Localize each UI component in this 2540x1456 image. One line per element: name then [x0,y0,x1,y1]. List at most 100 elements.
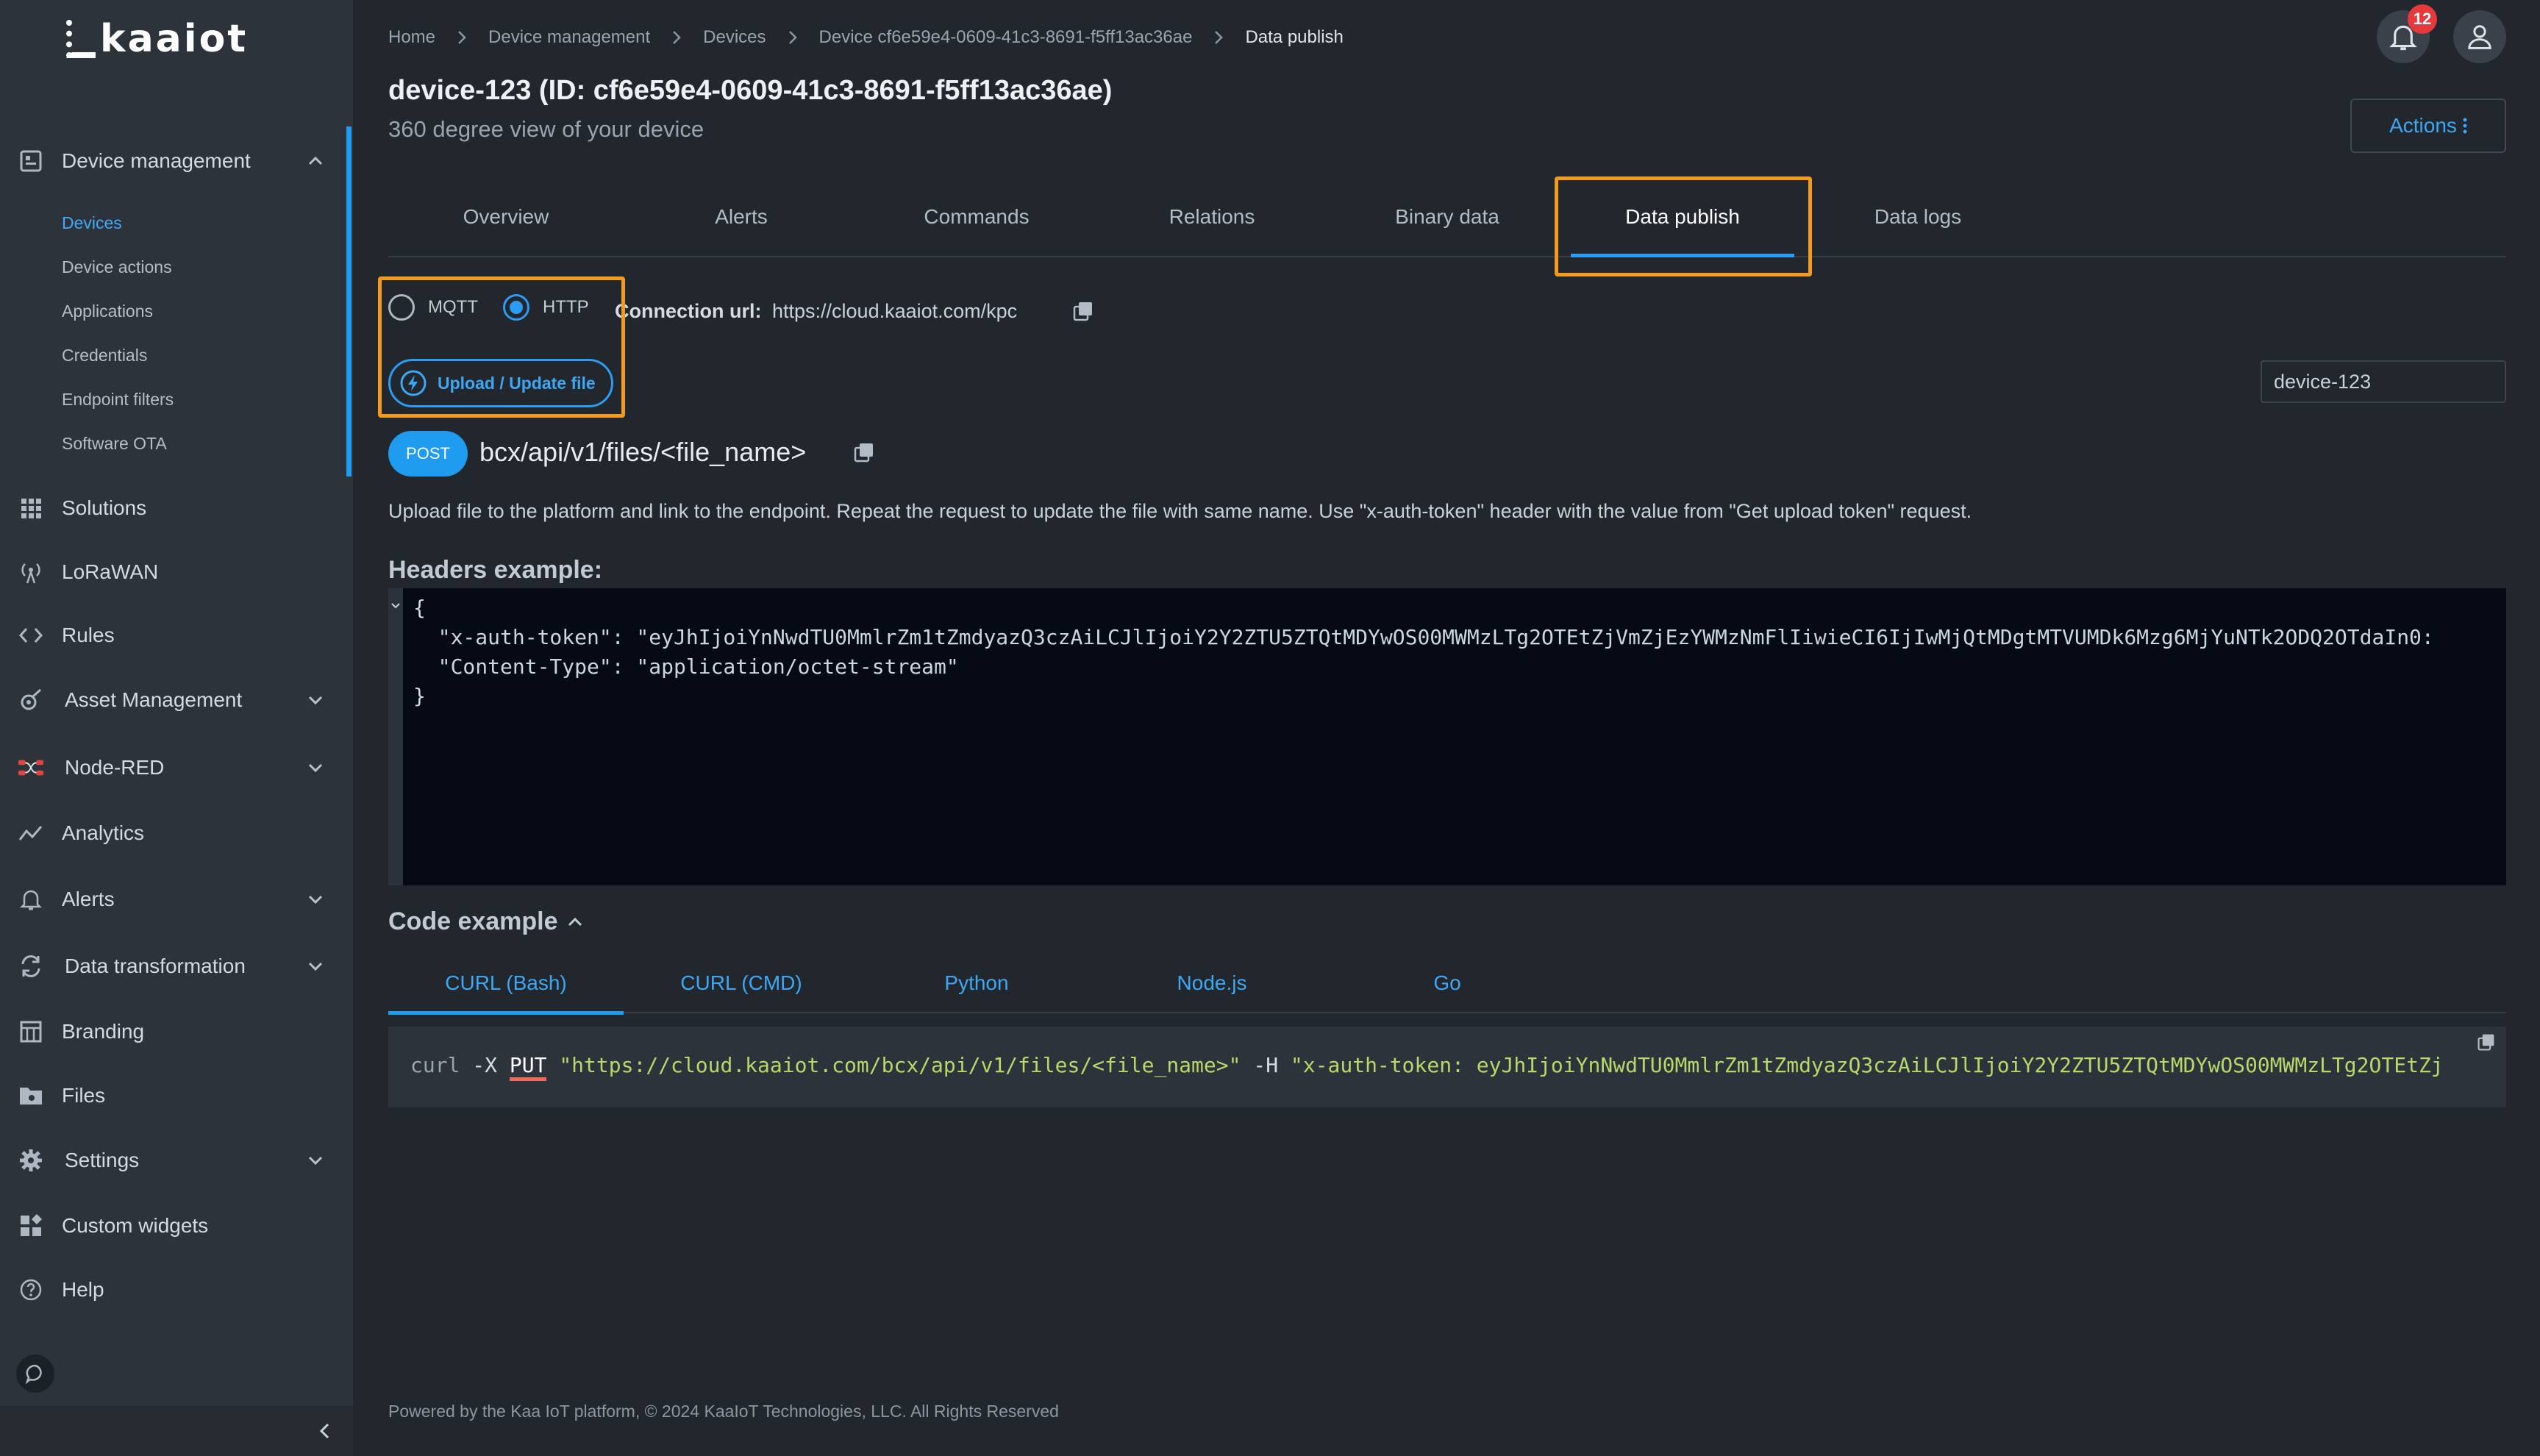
method-badge: POST [388,431,468,477]
chevron-up-icon[interactable] [306,151,325,171]
sidebar-subitem-endpoint-filters[interactable]: Endpoint filters [62,390,174,410]
chevron-down-icon[interactable] [306,890,325,909]
tab-binary-data[interactable]: Binary data [1330,176,1565,257]
tab-nodejs[interactable]: Node.js [1094,953,1330,1013]
bell-icon [18,886,44,913]
tab-relations[interactable]: Relations [1094,176,1330,257]
sidebar-item-settings[interactable]: Settings [0,1135,346,1186]
radio-http[interactable] [502,294,529,321]
sidebar-item-analytics[interactable]: Analytics [0,807,346,859]
grid-icon [18,495,44,521]
code-example-tabs: CURL (Bash) CURL (CMD) Python Node.js Go [388,953,2506,1015]
copy-icon[interactable] [1072,300,1094,322]
sidebar-subitem-device-actions[interactable]: Device actions [62,257,172,277]
copy-icon[interactable] [853,441,875,463]
sidebar-item-custom-widgets[interactable]: Custom widgets [0,1200,346,1252]
headers-code-editor[interactable]: { "x-auth-token": "eyJhIjoiYnNwdTU0MmlrZ… [388,588,2506,885]
sidebar-item-branding[interactable]: Branding [0,1006,346,1057]
sidebar-item-files[interactable]: Files [0,1070,346,1121]
sidebar-item-label: Analytics [62,821,145,844]
branding-icon [18,1018,44,1045]
sidebar-item-label: Branding [62,1020,145,1043]
sidebar-item-label: Solutions [62,496,147,519]
headers-example-title: Headers example: [388,556,603,584]
sidebar-item-asset-management[interactable]: Asset Management [0,674,346,726]
page-subtitle: 360 degree view of your device [388,116,704,142]
folder-icon [18,1082,44,1109]
upload-update-file-button[interactable]: Upload / Update file [388,359,613,407]
connection-url-label: Connection url: [615,300,762,322]
asset-icon [18,687,44,713]
actions-button[interactable]: Actions [2350,99,2506,153]
copy-icon[interactable] [2477,1032,2496,1052]
fold-arrow-icon[interactable] [389,599,402,612]
curl-flag: -X [472,1053,498,1077]
code-line: } [413,684,426,708]
breadcrumb-device[interactable]: Device cf6e59e4-0609-41c3-8691-f5ff13ac3… [819,27,1193,48]
code-icon [18,622,44,649]
tab-go[interactable]: Go [1330,953,1565,1013]
sidebar-collapse-bar[interactable] [0,1406,353,1456]
chevron-up-icon[interactable] [566,913,585,932]
sidebar-item-help[interactable]: Help [0,1264,346,1316]
tab-data-publish[interactable]: Data publish [1565,176,1800,257]
chevron-right-icon [1215,31,1224,44]
sidebar-item-rules[interactable]: Rules [0,610,346,661]
lightning-icon [400,370,427,396]
device-management-icon [18,148,44,174]
device-select-input[interactable] [2261,360,2506,403]
actions-button-label: Actions [2389,114,2457,137]
tab-curl-bash[interactable]: CURL (Bash) [388,953,624,1015]
breadcrumb-home[interactable]: Home [388,27,435,48]
upload-button-label: Upload / Update file [438,373,596,393]
user-menu-button[interactable] [2453,10,2506,63]
chevron-down-icon[interactable] [306,1151,325,1170]
curl-cmd: curl [410,1053,460,1077]
breadcrumb-devices[interactable]: Devices [703,27,766,48]
code-line: { [413,596,426,620]
tab-curl-cmd[interactable]: CURL (CMD) [624,953,859,1013]
chevron-down-icon[interactable] [306,957,325,976]
tab-data-logs[interactable]: Data logs [1800,176,2036,257]
kaaiot-logo[interactable]: kaaiot [66,16,248,62]
tab-commands[interactable]: Commands [859,176,1094,257]
antenna-icon [18,559,44,585]
radio-mqtt[interactable] [388,294,415,321]
device-tabs: Overview Alerts Commands Relations Binar… [388,176,2506,257]
sidebar-item-label: Custom widgets [62,1214,209,1237]
curl-url: "https://cloud.kaaiot.com/bcx/api/v1/fil… [559,1053,1241,1077]
main-content: Home Device management Devices Device cf… [353,0,2540,1456]
chat-button[interactable] [16,1355,54,1393]
logo-mark-icon [66,20,96,58]
sidebar-subitem-software-ota[interactable]: Software OTA [62,434,167,454]
sidebar-item-alerts[interactable]: Alerts [0,874,346,925]
user-icon [2468,25,2491,49]
code-example-header[interactable]: Code example [388,907,585,936]
sidebar-subitem-devices[interactable]: Devices [62,213,122,233]
chevron-left-icon[interactable] [315,1421,335,1441]
chevron-down-icon[interactable] [306,690,325,710]
tab-overview[interactable]: Overview [388,176,624,257]
transform-icon [18,953,44,979]
endpoint-path: bcx/api/v1/files/<file_name> [479,437,807,467]
curl-code-block[interactable]: curl -X PUT "https://cloud.kaaiot.com/bc… [388,1027,2506,1107]
sidebar-subitem-credentials[interactable]: Credentials [62,346,147,365]
sidebar-subitem-applications[interactable]: Applications [62,301,153,321]
sidebar-item-label: Rules [62,624,115,646]
sidebar-item-device-management[interactable]: Device management [0,135,346,187]
sidebar-item-data-transformation[interactable]: Data transformation [0,941,346,992]
breadcrumb-device-management[interactable]: Device management [488,27,650,48]
chevron-right-icon [458,31,466,44]
sidebar-item-solutions[interactable]: Solutions [0,482,346,534]
gear-icon [18,1147,44,1174]
tab-alerts[interactable]: Alerts [624,176,859,257]
sidebar-item-node-red[interactable]: Node-RED [0,742,346,793]
chevron-down-icon[interactable] [306,758,325,777]
logo-text: kaaiot [100,17,249,61]
more-vertical-icon [2463,118,2467,134]
request-description: Upload file to the platform and link to … [388,500,1972,522]
tab-python[interactable]: Python [859,953,1094,1013]
page-title: device-123 (ID: cf6e59e4-0609-41c3-8691-… [388,75,1113,106]
sidebar-item-lorawan[interactable]: LoRaWAN [0,546,346,598]
help-icon [18,1277,44,1303]
